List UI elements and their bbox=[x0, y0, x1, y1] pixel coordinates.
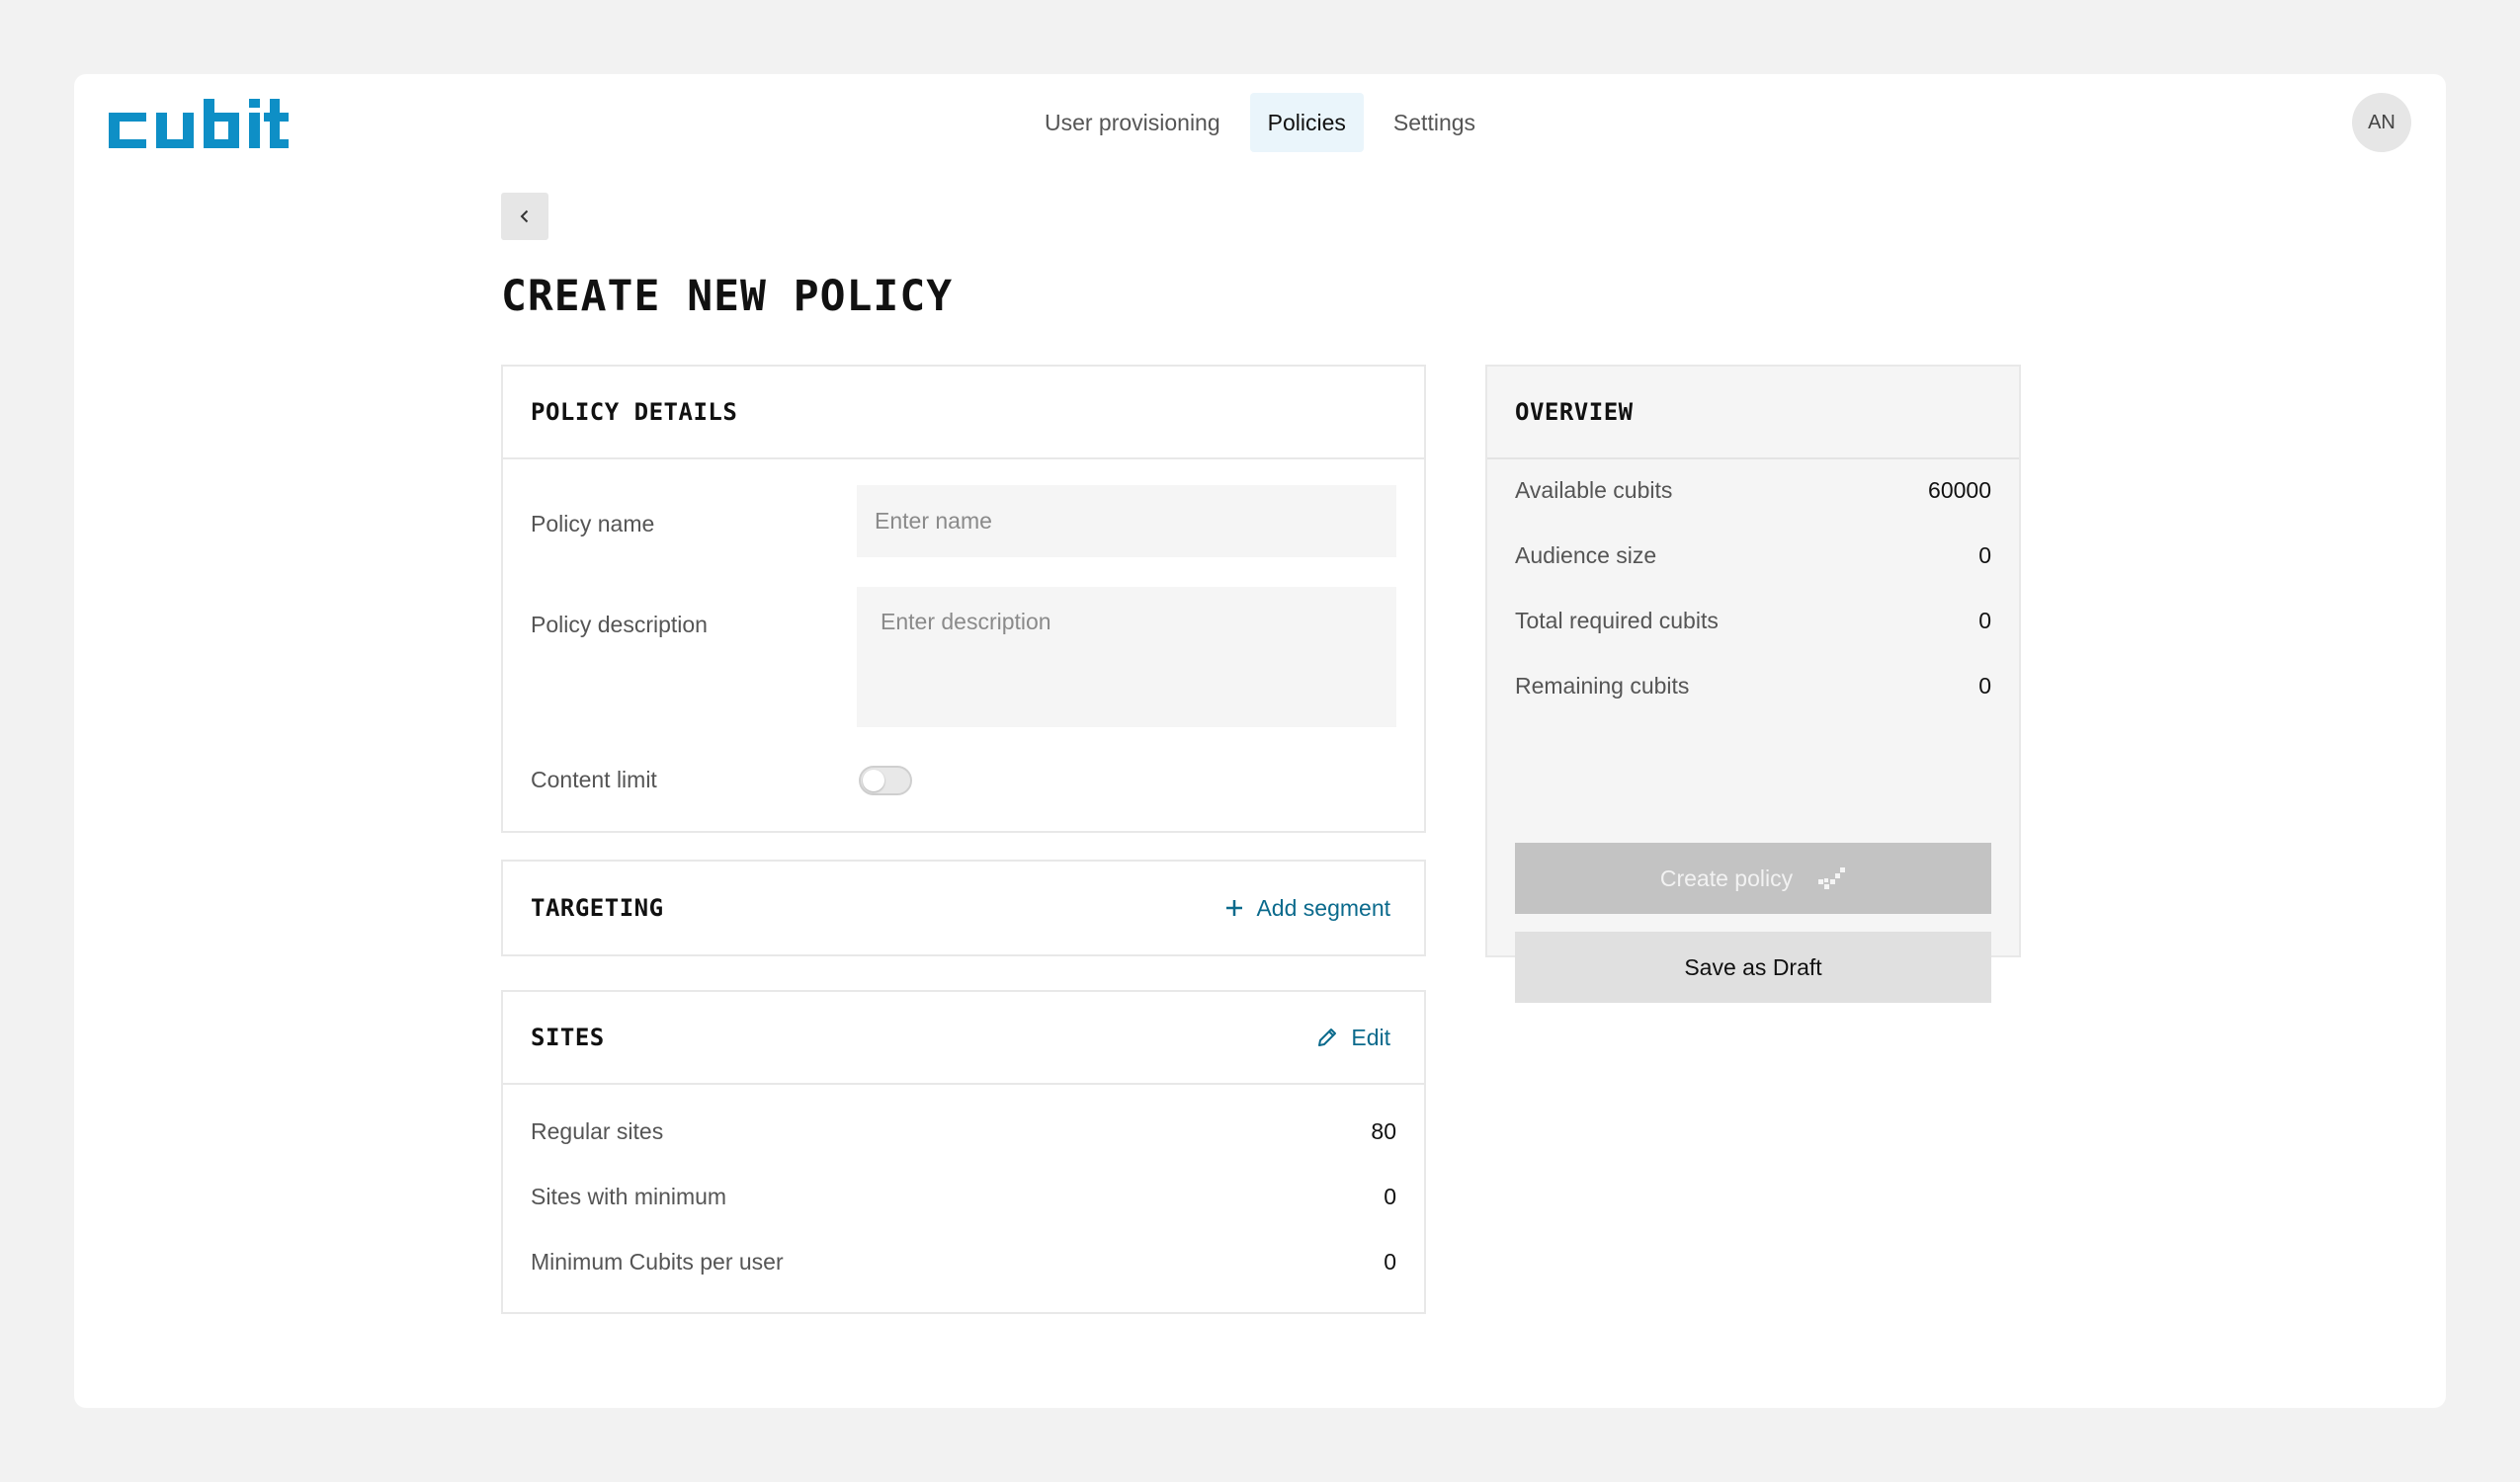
overview-row: Audience size 0 bbox=[1515, 542, 1991, 569]
edit-label: Edit bbox=[1351, 1024, 1390, 1050]
policy-name-input[interactable] bbox=[857, 485, 1396, 557]
sites-row-label: Regular sites bbox=[531, 1118, 664, 1144]
plus-icon bbox=[1226, 900, 1243, 916]
sites-row-value: 0 bbox=[1384, 1249, 1396, 1275]
back-button[interactable] bbox=[501, 193, 548, 240]
overview-row: Available cubits 60000 bbox=[1515, 477, 1991, 504]
sites-row-value: 0 bbox=[1384, 1184, 1396, 1209]
overview-row-label: Audience size bbox=[1515, 542, 1657, 568]
policy-description-input[interactable] bbox=[857, 587, 1396, 727]
sites-row-value: 80 bbox=[1371, 1118, 1396, 1144]
policy-details-title: POLICY DETAILS bbox=[531, 398, 738, 426]
overview-row: Total required cubits 0 bbox=[1515, 608, 1991, 634]
sites-title: SITES bbox=[531, 1024, 605, 1051]
chevron-left-icon bbox=[520, 209, 529, 223]
content-limit-label: Content limit bbox=[531, 767, 657, 792]
create-policy-label: Create policy bbox=[1659, 864, 1794, 891]
targeting-card: TARGETING Add segment bbox=[501, 860, 1426, 956]
sites-row-label: Minimum Cubits per user bbox=[531, 1249, 784, 1275]
overview-row-value: 0 bbox=[1978, 608, 1991, 633]
overview-row: Remaining cubits 0 bbox=[1515, 673, 1991, 700]
add-segment-button[interactable]: Add segment bbox=[1224, 895, 1390, 922]
targeting-title: TARGETING bbox=[531, 894, 664, 922]
sites-row: Minimum Cubits per user 0 bbox=[531, 1249, 1396, 1276]
overview-row-value: 0 bbox=[1978, 542, 1991, 568]
overview-row-value: 0 bbox=[1978, 673, 1991, 699]
app-window: User provisioning Policies Settings AN C… bbox=[74, 74, 2446, 1408]
policy-name-label: Policy name bbox=[531, 511, 655, 536]
overview-row-label: Remaining cubits bbox=[1515, 673, 1690, 699]
user-avatar[interactable]: AN bbox=[2352, 93, 2411, 152]
edit-sites-button[interactable]: Edit bbox=[1315, 1025, 1390, 1051]
overview-title: OVERVIEW bbox=[1515, 398, 1634, 426]
nav-item-settings[interactable]: Settings bbox=[1376, 93, 1493, 152]
nav-item-user-provisioning[interactable]: User provisioning bbox=[1027, 93, 1238, 152]
targeting-header: TARGETING Add segment bbox=[503, 862, 1424, 954]
overview-row-label: Total required cubits bbox=[1515, 608, 1719, 633]
pencil-icon bbox=[1318, 1029, 1337, 1046]
save-as-draft-button[interactable]: Save as Draft bbox=[1515, 932, 1991, 1003]
toggle-knob bbox=[863, 770, 884, 791]
sites-row: Regular sites 80 bbox=[531, 1118, 1396, 1145]
overview-row-label: Available cubits bbox=[1515, 477, 1673, 503]
overview-card: OVERVIEW Available cubits 60000 Audience… bbox=[1485, 365, 2021, 1003]
sites-row: Sites with minimum 0 bbox=[531, 1184, 1396, 1210]
create-policy-button[interactable]: Create policy bbox=[1515, 843, 1991, 914]
cubit-check-icon bbox=[1818, 867, 1846, 889]
overview-row-value: 60000 bbox=[1928, 477, 1991, 503]
content-limit-toggle[interactable] bbox=[859, 766, 912, 795]
policy-details-card: POLICY DETAILS Policy name Policy descri… bbox=[501, 365, 1426, 833]
page-title: CREATE NEW POLICY bbox=[501, 272, 954, 321]
top-nav: User provisioning Policies Settings bbox=[74, 93, 2446, 152]
overview-header: OVERVIEW bbox=[1487, 367, 2019, 459]
add-segment-label: Add segment bbox=[1256, 894, 1390, 921]
policy-description-label: Policy description bbox=[531, 612, 708, 637]
nav-item-policies[interactable]: Policies bbox=[1249, 93, 1364, 152]
policy-details-header: POLICY DETAILS bbox=[503, 367, 1424, 459]
sites-header: SITES Edit bbox=[503, 992, 1424, 1085]
sites-card: SITES Edit Regular sites 80 Sites with m… bbox=[501, 990, 1426, 1314]
sites-row-label: Sites with minimum bbox=[531, 1184, 727, 1209]
